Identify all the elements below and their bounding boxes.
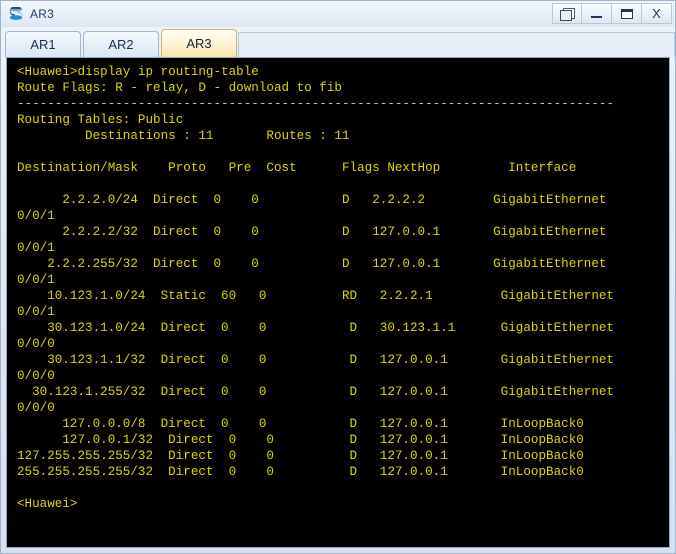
- window-title: AR3: [30, 7, 54, 21]
- cascade-icon: [560, 7, 575, 21]
- ensp-router-icon: [7, 5, 25, 23]
- terminal-line: 30.123.1.255/32 Direct 0 0 D 127.0.0.1 G…: [17, 385, 615, 399]
- terminal-line: 0/0/1: [17, 305, 55, 319]
- terminal-line: 2.2.2.0/24 Direct 0 0 D 2.2.2.2 GigabitE…: [17, 193, 607, 207]
- terminal-line: 30.123.1.0/24 Direct 0 0 D 30.123.1.1 Gi…: [17, 321, 615, 335]
- terminal-line: 0/0/0: [17, 401, 55, 415]
- terminal-line: 0/0/1: [17, 241, 55, 255]
- terminal-line: Routing Tables: Public: [17, 113, 184, 127]
- terminal-line: Route Flags: R - relay, D - download to …: [17, 81, 342, 95]
- close-button[interactable]: X: [642, 3, 672, 24]
- restore-windows-button[interactable]: [552, 3, 582, 24]
- close-icon: X: [652, 6, 661, 21]
- title-bar: AR3 X: [1, 1, 675, 27]
- tab-ar3[interactable]: AR3: [161, 29, 237, 57]
- terminal-line: 30.123.1.1/32 Direct 0 0 D 127.0.0.1 Gig…: [17, 353, 615, 367]
- device-tab-bar: AR1 AR2 AR3: [1, 27, 675, 57]
- minimize-icon: [591, 16, 602, 18]
- terminal-line: Destinations : 11 Routes : 11: [17, 129, 350, 143]
- terminal-line: ----------------------------------------…: [17, 97, 615, 111]
- terminal-line: 10.123.1.0/24 Static 60 0 RD 2.2.2.1 Gig…: [17, 289, 615, 303]
- minimize-button[interactable]: [582, 3, 612, 24]
- terminal-output[interactable]: <Huawei>display ip routing-table Route Fl…: [11, 58, 669, 547]
- window-controls: X: [552, 3, 672, 24]
- tab-ar1-label: AR1: [30, 37, 56, 52]
- tab-strip-filler: [238, 32, 675, 57]
- terminal-line: 0/0/0: [17, 337, 55, 351]
- terminal-panel[interactable]: <Huawei>display ip routing-table Route Fl…: [6, 57, 670, 548]
- terminal-line: 0/0/1: [17, 209, 55, 223]
- tab-ar1[interactable]: AR1: [5, 31, 81, 57]
- tab-ar3-label: AR3: [186, 36, 212, 51]
- terminal-line: 255.255.255.255/32 Direct 0 0 D 127.0.0.…: [17, 465, 584, 479]
- terminal-line: 2.2.2.2/32 Direct 0 0 D 127.0.0.1 Gigabi…: [17, 225, 607, 239]
- terminal-line: 127.0.0.0/8 Direct 0 0 D 127.0.0.1 InLoo…: [17, 417, 584, 431]
- terminal-line: <Huawei>display ip routing-table: [17, 65, 259, 79]
- device-cli-window: AR3 X AR1 AR2 AR3 <Huawei>display ip rou…: [0, 0, 676, 554]
- terminal-line: 127.0.0.1/32 Direct 0 0 D 127.0.0.1 InLo…: [17, 433, 584, 447]
- maximize-icon: [620, 8, 633, 19]
- maximize-button[interactable]: [612, 3, 642, 24]
- terminal-line: Destination/Mask Proto Pre Cost Flags Ne…: [17, 161, 577, 175]
- terminal-line: 127.255.255.255/32 Direct 0 0 D 127.0.0.…: [17, 449, 584, 463]
- terminal-line: <Huawei>: [17, 497, 78, 511]
- terminal-line: 0/0/0: [17, 369, 55, 383]
- terminal-line: 0/0/1: [17, 273, 55, 287]
- tab-ar2-label: AR2: [108, 37, 134, 52]
- terminal-line: 2.2.2.255/32 Direct 0 0 D 127.0.0.1 Giga…: [17, 257, 607, 271]
- tab-ar2[interactable]: AR2: [83, 31, 159, 57]
